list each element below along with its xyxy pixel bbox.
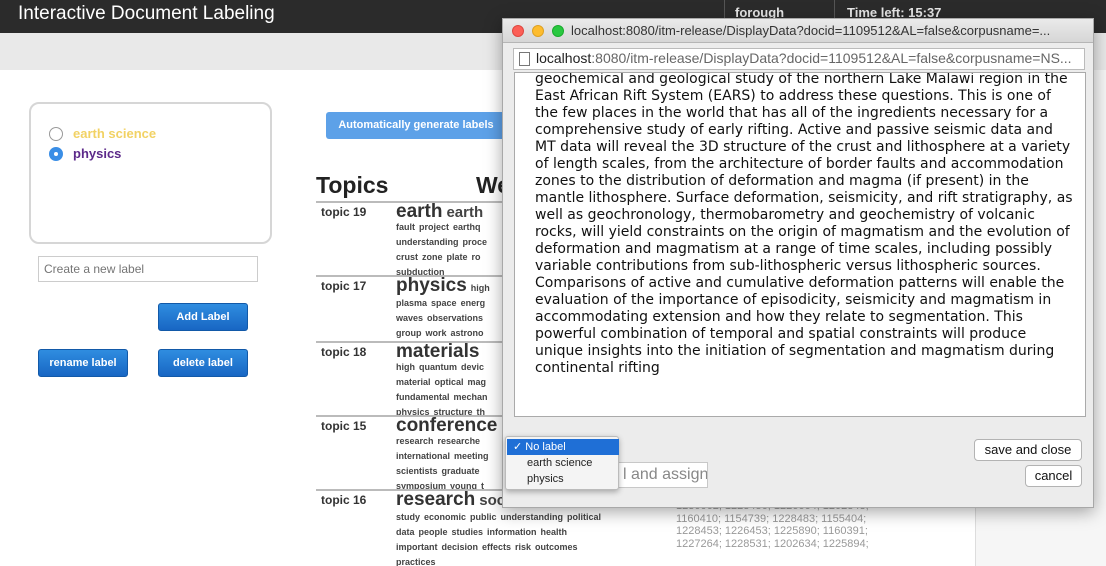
save-and-close-button[interactable]: save and close xyxy=(974,439,1082,461)
topic-word: ro xyxy=(471,252,481,262)
topic-name: topic 17 xyxy=(321,279,367,293)
topic-word: earth xyxy=(446,204,484,221)
topic-word: observations xyxy=(427,313,484,323)
topic-word: decision xyxy=(441,542,479,552)
document-content[interactable]: geochemical and geological study of the … xyxy=(514,72,1086,417)
dropdown-option-no-label[interactable]: ✓ No label xyxy=(507,439,619,455)
topic-word: materials xyxy=(396,341,480,362)
topic-word: research xyxy=(396,436,434,446)
topic-word: high xyxy=(396,362,415,372)
topic-word: practices xyxy=(396,557,436,566)
label-name: physics xyxy=(73,146,122,161)
topic-word: political xyxy=(567,512,602,522)
topic-word: material xyxy=(396,377,431,387)
topic-word: effects xyxy=(482,542,512,552)
topic-word: research xyxy=(396,489,476,510)
url-path: :8080/itm-release/DisplayData?docid=1109… xyxy=(591,50,1072,66)
rename-label-button[interactable]: rename label xyxy=(38,349,128,377)
topics-heading: Topics xyxy=(316,172,389,198)
label-list: earth science physics xyxy=(29,102,272,244)
topic-word: zone xyxy=(422,252,443,262)
topic-word: astrono xyxy=(450,328,484,338)
topic-word: risk xyxy=(515,542,532,552)
topic-word: waves xyxy=(396,313,424,323)
label-option-physics[interactable]: physics xyxy=(49,146,121,161)
topic-word: fault xyxy=(396,222,415,232)
check-icon: ✓ xyxy=(513,441,523,453)
label-and-assign-field[interactable]: l and assign xyxy=(618,462,708,488)
radio-icon[interactable] xyxy=(49,126,63,141)
topic-word: scientists xyxy=(396,466,438,476)
topic-word: meeting xyxy=(454,451,489,461)
topic-word: work xyxy=(425,328,447,338)
document-popup-window: localhost:8080/itm-release/DisplayData?d… xyxy=(502,18,1094,508)
option-label: No label xyxy=(525,441,566,453)
topic-word: physics xyxy=(396,275,467,296)
dropdown-option-physics[interactable]: physics xyxy=(507,471,619,487)
topic-word: mag xyxy=(467,377,487,387)
topic-word: proce xyxy=(462,237,488,247)
topic-word: researche xyxy=(437,436,481,446)
topic-word: study xyxy=(396,512,421,522)
label-option-earth-science[interactable]: earth science xyxy=(49,126,156,141)
topic-word: fundamental xyxy=(396,392,450,402)
radio-selected-icon[interactable] xyxy=(49,146,63,161)
doc-id-line[interactable]: 1228453; 1226453; 1225890; 1160391; xyxy=(676,525,916,538)
topic-name: topic 19 xyxy=(321,205,367,219)
topic-word: project xyxy=(419,222,450,232)
dropdown-option-earth-science[interactable]: earth science xyxy=(507,455,619,471)
auto-generate-labels-button[interactable]: Automatically generate labels xyxy=(326,112,506,139)
topic-word: outcomes xyxy=(535,542,578,552)
topic-word: space xyxy=(431,298,457,308)
topic-word: information xyxy=(487,527,537,537)
topic-word: studies xyxy=(451,527,484,537)
topic-word: earth xyxy=(396,201,443,222)
topic-word: mechan xyxy=(453,392,488,402)
label-name: earth science xyxy=(73,126,157,141)
zoom-dot-icon[interactable] xyxy=(552,25,564,37)
window-titlebar[interactable]: localhost:8080/itm-release/DisplayData?d… xyxy=(503,19,1093,43)
topic-word: international xyxy=(396,451,451,461)
topic-word: optical xyxy=(434,377,464,387)
topic-name: topic 15 xyxy=(321,419,367,433)
document-text: geochemical and geological study of the … xyxy=(535,72,1073,376)
topic-word: economic xyxy=(424,512,467,522)
minimize-dot-icon[interactable] xyxy=(532,25,544,37)
topic-word: understanding xyxy=(500,512,564,522)
page-icon xyxy=(519,52,530,66)
topic-word: crust xyxy=(396,252,419,262)
topic-name: topic 18 xyxy=(321,345,367,359)
topic-word: energ xyxy=(460,298,486,308)
topic-word: people xyxy=(418,527,448,537)
new-label-input[interactable] xyxy=(38,256,258,282)
topic-word: graduate xyxy=(441,466,480,476)
url-bar[interactable]: localhost:8080/itm-release/DisplayData?d… xyxy=(513,48,1085,70)
add-label-button[interactable]: Add Label xyxy=(158,303,248,331)
topic-word: important xyxy=(396,542,438,552)
cancel-button[interactable]: cancel xyxy=(1025,465,1082,487)
topic-word: understanding xyxy=(396,237,459,247)
topic-word: data xyxy=(396,527,415,537)
topic-word: plasma xyxy=(396,298,428,308)
label-select-dropdown[interactable]: ✓ No label earth science physics xyxy=(505,436,619,490)
topic-word: quantum xyxy=(419,362,457,372)
topic-word: conference xyxy=(396,415,498,436)
doc-id-line[interactable]: 1160410; 1154739; 1228483; 1155404; xyxy=(676,513,916,526)
topic-word: health xyxy=(540,527,568,537)
topic-word: public xyxy=(470,512,497,522)
topic-word: group xyxy=(396,328,422,338)
delete-label-button[interactable]: delete label xyxy=(158,349,248,377)
topic-word: devic xyxy=(461,362,485,372)
topic-word: high xyxy=(470,283,490,293)
app-title: Interactive Document Labeling xyxy=(18,3,275,24)
topic-word: earthq xyxy=(453,222,481,232)
topic-name: topic 16 xyxy=(321,493,367,507)
close-dot-icon[interactable] xyxy=(512,25,524,37)
url-host: localhost xyxy=(536,50,592,66)
topic-word: plate xyxy=(446,252,468,262)
doc-id-line[interactable]: 1227264; 1228531; 1202634; 1225894; xyxy=(676,538,916,551)
window-title: localhost:8080/itm-release/DisplayData?d… xyxy=(571,23,1051,38)
